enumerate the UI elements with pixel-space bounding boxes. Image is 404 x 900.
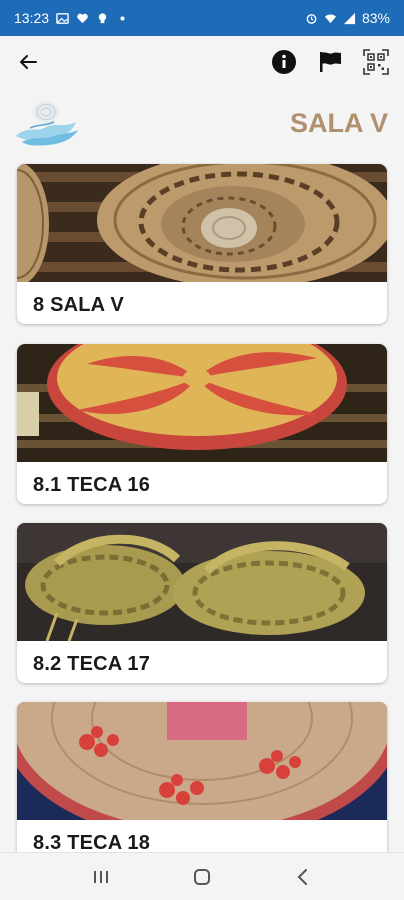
- item-thumbnail: [17, 523, 387, 641]
- dot-icon: [120, 15, 125, 21]
- status-bar-right: 83%: [305, 10, 390, 26]
- recents-button[interactable]: [81, 857, 121, 897]
- item-thumbnail: [17, 164, 387, 282]
- signal-icon: [343, 12, 356, 24]
- red-yellow-spiral-basket-image: [17, 344, 387, 462]
- back-chevron-icon: [297, 868, 308, 885]
- app-bar-actions: [268, 48, 392, 76]
- round-straw-basket-image: [17, 164, 387, 282]
- arrow-left-icon: [20, 55, 37, 69]
- recents-icon: [93, 870, 108, 883]
- status-bar-left: 13:23: [14, 10, 129, 26]
- home-button[interactable]: [182, 857, 222, 897]
- qr-code-button[interactable]: [360, 48, 392, 76]
- system-nav-bar: [0, 852, 404, 900]
- lightbulb-icon: [98, 12, 107, 23]
- page-title: SALA V: [289, 108, 388, 138]
- list-item[interactable]: 8 SALA V: [17, 164, 387, 324]
- item-thumbnail: [17, 702, 387, 820]
- item-label: 8.2 TECA 17: [33, 653, 151, 675]
- list-item[interactable]: 8.3 TECA 18: [17, 702, 387, 862]
- page-header: SALA V: [0, 96, 404, 156]
- back-button[interactable]: [14, 48, 42, 76]
- status-bar: 13:23 83%: [0, 0, 404, 36]
- gallery-icon: [56, 12, 69, 24]
- wifi-icon: [324, 14, 337, 23]
- item-label: 8 SALA V: [33, 294, 124, 316]
- back-nav-button[interactable]: [283, 857, 323, 897]
- heart-icon: [77, 13, 88, 23]
- museum-logo: [16, 101, 78, 146]
- red-pattern-basket-image: [17, 702, 387, 820]
- home-icon: [193, 868, 210, 885]
- alarm-icon: [306, 13, 317, 24]
- flag-icon: [320, 52, 341, 72]
- qr-code-icon: [363, 49, 389, 75]
- battery-level: 83%: [361, 10, 390, 26]
- info-button[interactable]: [268, 48, 300, 76]
- list-item[interactable]: 8.2 TECA 17: [17, 523, 387, 683]
- info-icon: [272, 50, 296, 74]
- item-thumbnail: [17, 344, 387, 462]
- list-item[interactable]: 8.1 TECA 16: [17, 344, 387, 504]
- woven-straw-sandals-image: [17, 523, 387, 641]
- flag-button[interactable]: [314, 48, 346, 76]
- item-label: 8.1 TECA 16: [33, 474, 151, 496]
- app-bar: [0, 36, 404, 88]
- status-time: 13:23: [14, 10, 50, 26]
